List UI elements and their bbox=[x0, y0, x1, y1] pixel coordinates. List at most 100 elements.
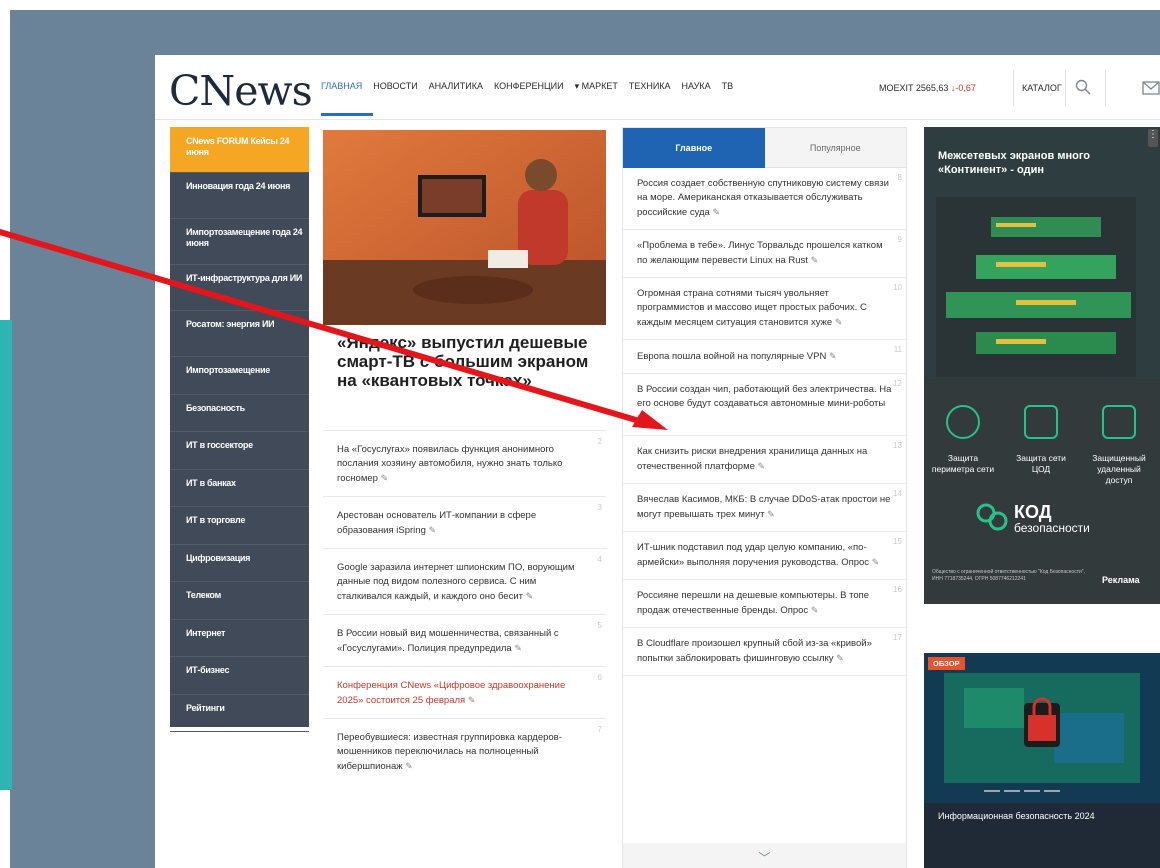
site-logo[interactable]: CNews bbox=[169, 71, 313, 112]
nav-item-tv[interactable]: ТВ bbox=[722, 81, 734, 92]
radar-icon bbox=[946, 405, 980, 439]
ad-caption: Защита сети ЦОД bbox=[1016, 453, 1066, 474]
list-item[interactable]: 4 Google заразила интернет шпионским ПО, … bbox=[323, 548, 606, 614]
sidebar-item-innovation[interactable]: Инновация года 24 июня bbox=[170, 173, 309, 219]
code-logo-icon bbox=[976, 503, 1008, 531]
review-title: Информационная безопасность 2024 bbox=[938, 811, 1095, 821]
pencil-icon: ✎ bbox=[767, 509, 775, 519]
list-item[interactable]: 16 Россияне перешли на дешевые компьютеры… bbox=[623, 580, 906, 628]
header-divider bbox=[1065, 70, 1066, 106]
sidebar-item-rosatom[interactable]: Росатом: энергия ИИ bbox=[170, 311, 309, 357]
header-divider bbox=[1105, 70, 1106, 106]
list-item[interactable]: 11 Европа пошла войной на популярные VPN … bbox=[623, 340, 906, 374]
sidebar-item-gov[interactable]: ИТ в госсекторе bbox=[170, 432, 309, 470]
ad-caption: Защищенный удаленный доступ bbox=[1092, 453, 1146, 485]
nav-item-news[interactable]: НОВОСТИ bbox=[373, 81, 417, 92]
list-item[interactable]: 8 Россия создает собственную спутниковую … bbox=[623, 168, 906, 230]
news-tabs: Главное Популярное bbox=[623, 128, 906, 168]
pencil-icon: ✎ bbox=[405, 761, 413, 771]
tab-popular[interactable]: Популярное bbox=[764, 128, 906, 168]
feature-headline[interactable]: «Яндекс» выпустил дешевые смарт-ТВ с бол… bbox=[337, 333, 597, 390]
side-teal-panel bbox=[0, 320, 12, 790]
sidebar-item-import-substitution-year[interactable]: Импортозамещение года 24 июня bbox=[170, 219, 309, 265]
pencil-icon: ✎ bbox=[380, 473, 389, 483]
ad-features: Защита периметра сети Защита сети ЦОД За… bbox=[924, 379, 1160, 604]
catalog-link[interactable]: КАТАЛОГ bbox=[1022, 83, 1062, 93]
list-item[interactable]: 15 ИТ-шник подставил под удар целую компа… bbox=[623, 532, 906, 580]
sidebar-item-ai-infrastructure[interactable]: ИТ-инфраструктура для ИИ bbox=[170, 265, 309, 311]
pencil-icon: ✎ bbox=[834, 317, 843, 327]
ad-headline: Межсетевых экранов много «Континент» - о… bbox=[938, 150, 1090, 176]
nav-item-home[interactable]: ГЛАВНАЯ bbox=[321, 81, 362, 92]
screen-top-strip bbox=[0, 0, 1160, 10]
sidebar-item-ratings[interactable]: Рейтинги bbox=[170, 695, 309, 732]
ad-menu-icon[interactable]: ⋮ bbox=[1148, 129, 1158, 147]
nav-item-market[interactable]: ▾ МАРКЕТ bbox=[575, 81, 618, 92]
list-item[interactable]: 3 Арестован основатель ИТ-компании в сфер… bbox=[323, 496, 606, 548]
list-item[interactable]: 2 На «Госуслугах» появилась функция анони… bbox=[323, 430, 606, 496]
sidebar-item-security[interactable]: Безопасность bbox=[170, 395, 309, 432]
nav-item-science[interactable]: НАУКА bbox=[682, 81, 711, 92]
ad-caption: Защита периметра сети bbox=[931, 453, 995, 474]
feature-image[interactable] bbox=[323, 130, 606, 325]
site-header: CNews ГЛАВНАЯ НОВОСТИ АНАЛИТИКА КОНФЕРЕН… bbox=[155, 55, 1160, 120]
pencil-icon: ✎ bbox=[810, 605, 819, 615]
firewall-hardware-image bbox=[936, 197, 1136, 377]
pencil-icon: ✎ bbox=[757, 461, 766, 471]
header-divider bbox=[1013, 70, 1014, 106]
search-icon[interactable] bbox=[1075, 79, 1091, 95]
pencil-icon: ✎ bbox=[514, 643, 522, 653]
sidebar-item-internet[interactable]: Интернет bbox=[170, 620, 309, 657]
list-item[interactable]: 14 Вячеслав Касимов, МКБ: В случае DDoS-а… bbox=[623, 484, 906, 532]
pencil-icon: ✎ bbox=[712, 207, 721, 217]
nav-item-tech[interactable]: ТЕХНИКА bbox=[629, 81, 671, 92]
review-image bbox=[924, 653, 1160, 803]
ad-legal-text: Общество с ограниченной ответственностью… bbox=[932, 569, 1085, 582]
server-icon bbox=[1024, 405, 1058, 439]
carousel-dots[interactable] bbox=[984, 790, 1060, 792]
review-card[interactable]: ОБЗОР Информационная безопасность 2024 bbox=[924, 653, 1160, 868]
list-item[interactable]: 13 Как снизить риски внедрения хранилища … bbox=[623, 436, 906, 484]
ad-label: Реклама bbox=[1102, 575, 1140, 585]
pencil-icon: ✎ bbox=[428, 525, 437, 535]
tab-main[interactable]: Главное bbox=[623, 128, 765, 168]
main-news-column: Главное Популярное 8 Россия создает собст… bbox=[622, 127, 907, 868]
nav-item-conferences[interactable]: КОНФЕРЕНЦИИ bbox=[494, 81, 564, 92]
show-more-button[interactable]: ﹀ bbox=[623, 843, 906, 868]
nav-item-analytics[interactable]: АНАЛИТИКА bbox=[429, 81, 483, 92]
pencil-icon: ✎ bbox=[871, 557, 880, 567]
sidebar-item-telecom[interactable]: Телеком bbox=[170, 582, 309, 620]
list-item[interactable]: 6 Конференция CNews «Цифровое здравоохран… bbox=[323, 666, 606, 718]
shield-icon bbox=[1102, 405, 1136, 439]
sidebar-item-retail[interactable]: ИТ в торговле bbox=[170, 507, 309, 545]
pencil-icon: ✎ bbox=[810, 255, 819, 265]
sidebar-item-banks[interactable]: ИТ в банках bbox=[170, 470, 309, 507]
list-item[interactable]: 7 Переобувшиеся: известная группировка ка… bbox=[323, 718, 606, 784]
list-item[interactable]: 5В России новый вид мошенничества, связа… bbox=[323, 614, 606, 666]
sidebar-item-forum[interactable]: CNews FORUM Кейсы 24 июня bbox=[170, 127, 309, 173]
sidebar-item-import-substitution[interactable]: Импортозамещение bbox=[170, 357, 309, 395]
list-item[interactable]: 17 В Cloudflare произошел крупный сбой из… bbox=[623, 628, 906, 676]
pencil-icon: ✎ bbox=[828, 351, 837, 361]
nav-active-underline bbox=[321, 113, 373, 116]
list-item[interactable]: 9 «Проблема в тебе». Линус Торвальдс прош… bbox=[623, 230, 906, 278]
main-nav: ГЛАВНАЯ НОВОСТИ АНАЛИТИКА КОНФЕРЕНЦИИ ▾ … bbox=[321, 81, 733, 92]
sidebar-item-it-business[interactable]: ИТ-бизнес bbox=[170, 657, 309, 695]
cnews-page: CNews ГЛАВНАЯ НОВОСТИ АНАЛИТИКА КОНФЕРЕН… bbox=[155, 55, 1160, 868]
advertisement-banner[interactable]: ⋮ Межсетевых экранов много «Континент» -… bbox=[924, 127, 1160, 604]
list-item[interactable]: 10 Огромная страна сотнями тысяч увольняе… bbox=[623, 278, 906, 340]
list-item[interactable]: 12 В России создан чип, работающий без эл… bbox=[623, 374, 906, 436]
left-news-list: 2 На «Госуслугах» появилась функция анони… bbox=[323, 430, 606, 784]
pencil-icon: ✎ bbox=[836, 653, 844, 663]
review-badge: ОБЗОР bbox=[928, 657, 965, 670]
moex-value: MOEXIT 2565,63 bbox=[879, 83, 949, 93]
moex-change: ↓-0,67 bbox=[950, 83, 976, 93]
chevron-down-icon: ﹀ bbox=[758, 850, 771, 865]
ad-brand: КОД bbox=[1014, 502, 1052, 522]
moex-ticker[interactable]: MOEXIT 2565,63 ↓-0,67 bbox=[879, 83, 976, 93]
pencil-icon: ✎ bbox=[467, 695, 476, 705]
sidebar-item-digitalization[interactable]: Цифровизация bbox=[170, 545, 309, 582]
ad-brand-subtitle: безопасности bbox=[1014, 521, 1090, 535]
category-sidebar: CNews FORUM Кейсы 24 июня Инновация года… bbox=[170, 127, 309, 732]
mail-icon[interactable] bbox=[1142, 81, 1160, 95]
